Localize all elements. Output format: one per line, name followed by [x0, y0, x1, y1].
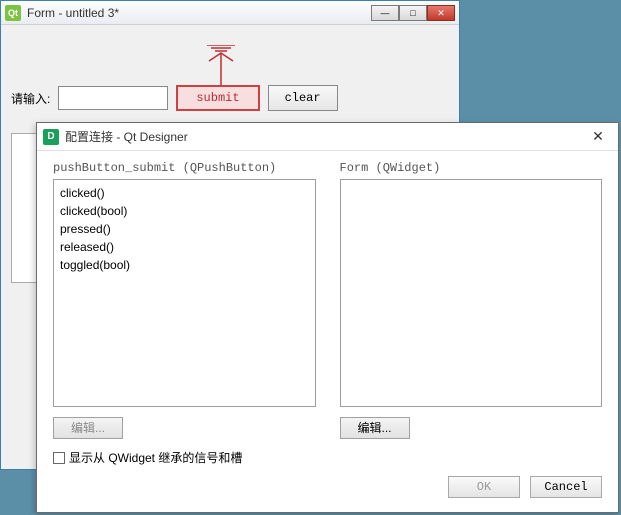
- signal-item[interactable]: toggled(bool): [60, 256, 309, 274]
- signal-item[interactable]: released(): [60, 238, 309, 256]
- form-titlebar[interactable]: Qt Form - untitled 3* — □ ✕: [1, 1, 459, 25]
- ok-button[interactable]: OK: [448, 476, 520, 498]
- signal-item[interactable]: pressed(): [60, 220, 309, 238]
- window-title: Form - untitled 3*: [27, 6, 371, 20]
- dialog-close-button[interactable]: ✕: [584, 128, 612, 145]
- configure-connection-dialog: D 配置连接 - Qt Designer ✕ pushButton_submit…: [36, 122, 619, 513]
- list-widget[interactable]: [11, 133, 37, 283]
- inherit-checkbox[interactable]: [53, 452, 65, 464]
- maximize-button[interactable]: □: [399, 5, 427, 21]
- dialog-titlebar[interactable]: D 配置连接 - Qt Designer ✕: [37, 123, 618, 151]
- submit-button[interactable]: submit: [176, 85, 259, 111]
- minimize-button[interactable]: —: [371, 5, 399, 21]
- text-input[interactable]: [58, 86, 168, 110]
- signals-panel-label: pushButton_submit (QPushButton): [53, 161, 316, 175]
- input-row: 请输入: submit clear: [11, 85, 338, 111]
- signal-item[interactable]: clicked(bool): [60, 202, 309, 220]
- slots-panel-label: Form (QWidget): [340, 161, 603, 175]
- dialog-title: 配置连接 - Qt Designer: [65, 128, 584, 145]
- slots-listbox[interactable]: [340, 179, 603, 407]
- dialog-body: pushButton_submit (QPushButton) clicked(…: [37, 151, 618, 512]
- edit-slots-button[interactable]: 编辑...: [340, 417, 410, 439]
- signals-listbox[interactable]: clicked()clicked(bool)pressed()released(…: [53, 179, 316, 407]
- cancel-button[interactable]: Cancel: [530, 476, 602, 498]
- close-button[interactable]: ✕: [427, 5, 455, 21]
- designer-icon: D: [43, 129, 59, 145]
- inherit-checkbox-label: 显示从 QWidget 继承的信号和槽: [69, 449, 242, 466]
- signal-item[interactable]: clicked(): [60, 184, 309, 202]
- inherit-checkbox-row[interactable]: 显示从 QWidget 继承的信号和槽: [53, 449, 602, 466]
- signals-panel: pushButton_submit (QPushButton) clicked(…: [53, 161, 316, 439]
- qt-icon: Qt: [5, 5, 21, 21]
- clear-button[interactable]: clear: [268, 85, 338, 111]
- slots-panel: Form (QWidget) 编辑...: [340, 161, 603, 439]
- edit-signals-button[interactable]: 编辑...: [53, 417, 123, 439]
- input-label: 请输入:: [11, 90, 50, 107]
